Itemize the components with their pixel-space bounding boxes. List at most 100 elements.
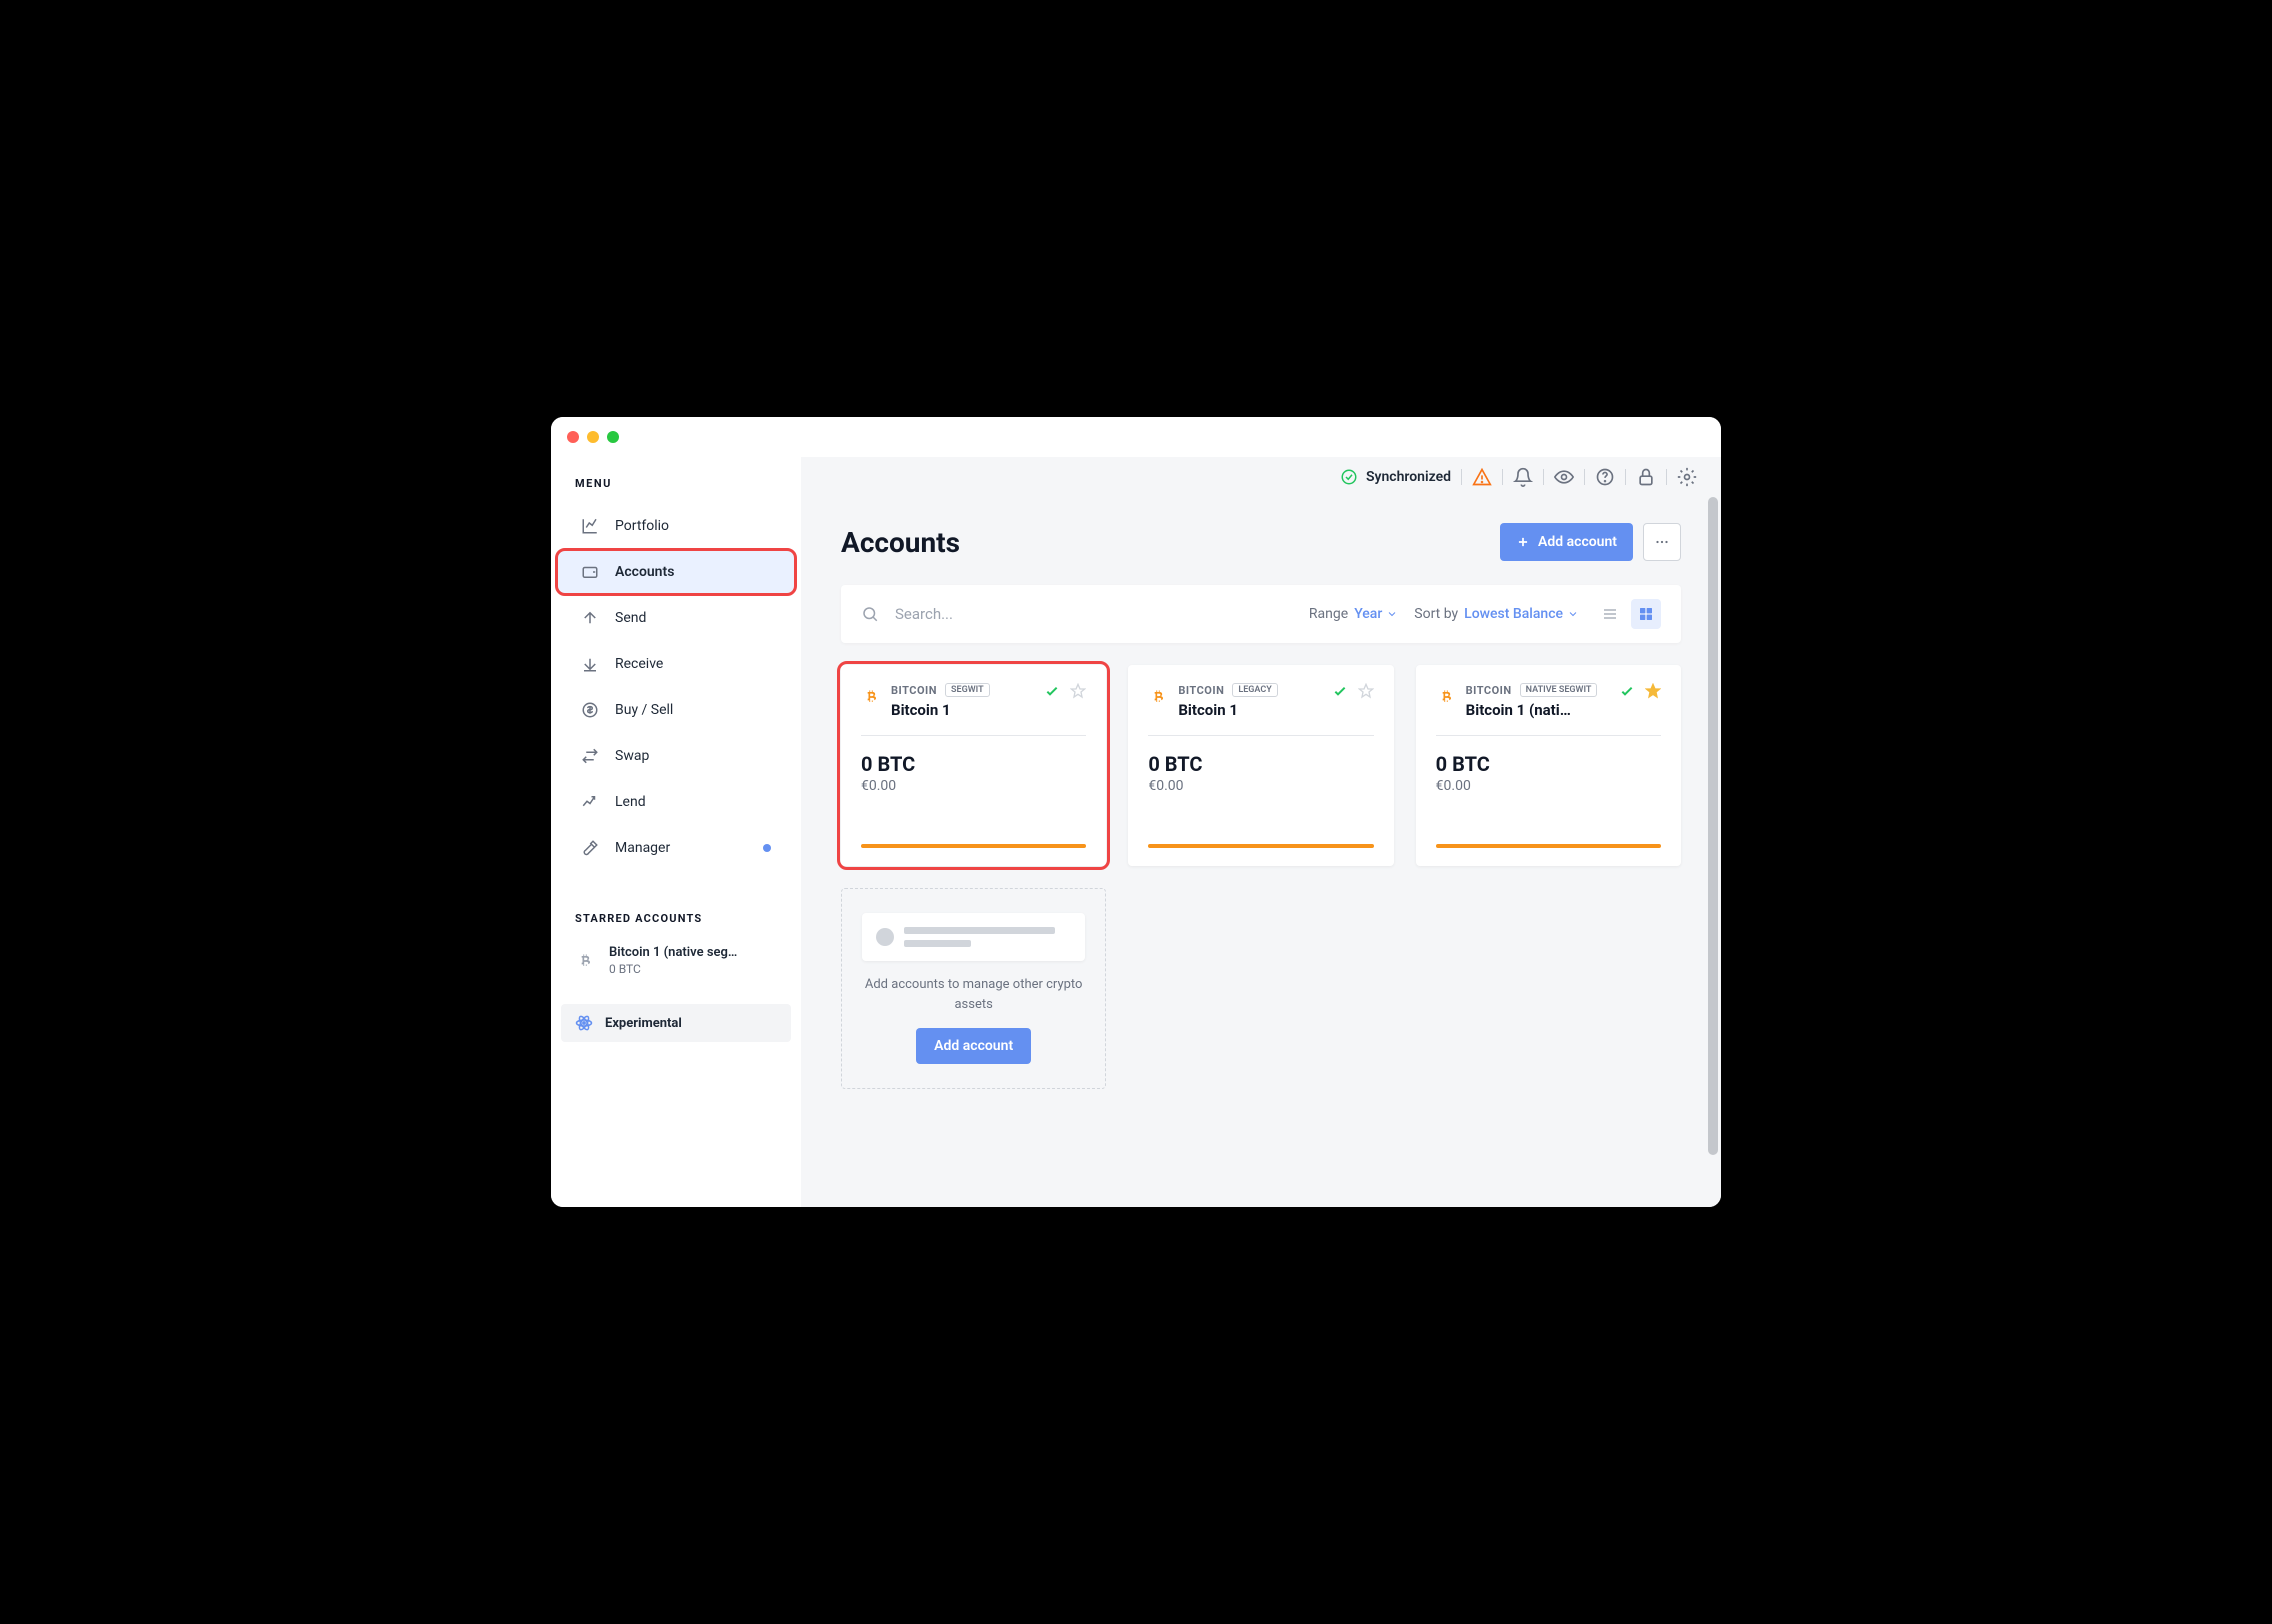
more-options-button[interactable] bbox=[1643, 523, 1681, 561]
swap-icon bbox=[581, 747, 599, 765]
starred-balance: 0 BTC bbox=[609, 962, 737, 976]
close-window-button[interactable] bbox=[567, 431, 579, 443]
bell-icon[interactable] bbox=[1513, 467, 1533, 487]
divider bbox=[1625, 469, 1626, 485]
balance-crypto: 0 BTC bbox=[1148, 752, 1373, 776]
check-icon bbox=[1044, 683, 1060, 699]
sidebar-item-send[interactable]: Send bbox=[557, 596, 795, 640]
add-account-label: Add account bbox=[1538, 534, 1617, 550]
titlebar bbox=[551, 417, 1721, 457]
sidebar-item-manager[interactable]: Manager bbox=[557, 826, 795, 870]
placeholder-illustration bbox=[862, 913, 1085, 961]
chart-icon bbox=[581, 517, 599, 535]
topbar: Synchronized bbox=[801, 457, 1721, 497]
sidebar: MENU PortfolioAccountsSendReceiveBuy / S… bbox=[551, 457, 801, 1207]
search-input[interactable] bbox=[895, 605, 1293, 623]
minimize-window-button[interactable] bbox=[587, 431, 599, 443]
accounts-grid: BITCOINSEGWITBitcoin 10 BTC€0.00BITCOINL… bbox=[841, 665, 1681, 1089]
account-name: Bitcoin 1 (nati… bbox=[1466, 701, 1609, 719]
account-card[interactable]: BITCOINSEGWITBitcoin 10 BTC€0.00 bbox=[841, 665, 1106, 866]
star-icon[interactable] bbox=[1070, 683, 1086, 699]
app-window: MENU PortfolioAccountsSendReceiveBuy / S… bbox=[551, 417, 1721, 1207]
help-icon[interactable] bbox=[1595, 467, 1615, 487]
traffic-lights bbox=[567, 431, 619, 443]
sidebar-item-label: Manager bbox=[615, 840, 670, 856]
account-card[interactable]: BITCOINNATIVE SEGWITBitcoin 1 (nati…0 BT… bbox=[1416, 665, 1681, 866]
tools-icon bbox=[581, 839, 599, 857]
chevron-down-icon bbox=[1567, 608, 1579, 620]
bitcoin-icon bbox=[575, 951, 595, 971]
sparkline-chart bbox=[1436, 844, 1661, 848]
range-value: Year bbox=[1354, 606, 1382, 622]
grid-view-button[interactable] bbox=[1631, 599, 1661, 629]
divider bbox=[1584, 469, 1585, 485]
sidebar-item-label: Portfolio bbox=[615, 518, 669, 534]
warning-icon[interactable] bbox=[1472, 467, 1492, 487]
list-view-button[interactable] bbox=[1595, 599, 1625, 629]
sidebar-item-buy-sell[interactable]: Buy / Sell bbox=[557, 688, 795, 732]
sidebar-item-swap[interactable]: Swap bbox=[557, 734, 795, 778]
sidebar-item-label: Buy / Sell bbox=[615, 702, 673, 718]
sparkline-chart bbox=[861, 844, 1086, 848]
sidebar-item-label: Lend bbox=[615, 794, 646, 810]
sync-status: Synchronized bbox=[1340, 468, 1451, 486]
sort-filter[interactable]: Sort by Lowest Balance bbox=[1414, 606, 1579, 622]
account-name: Bitcoin 1 bbox=[891, 701, 1034, 719]
coin-label: BITCOIN bbox=[891, 684, 937, 697]
sidebar-item-label: Receive bbox=[615, 656, 663, 672]
check-circle-icon bbox=[1340, 468, 1358, 486]
main-content: Synchronized bbox=[801, 457, 1721, 1207]
sidebar-item-accounts[interactable]: Accounts bbox=[557, 550, 795, 594]
card-header: BITCOIN NATIVE SEGWIT Bitcoin 1 (nati… bbox=[1436, 683, 1661, 736]
eye-icon[interactable] bbox=[1554, 467, 1574, 487]
range-filter[interactable]: Range Year bbox=[1309, 606, 1398, 622]
chevron-down-icon bbox=[1386, 608, 1398, 620]
coin-label: BITCOIN bbox=[1466, 684, 1512, 697]
gear-icon[interactable] bbox=[1677, 467, 1697, 487]
account-card[interactable]: BITCOINLEGACYBitcoin 1 0 BTC €0.00 bbox=[1128, 665, 1393, 866]
arrow-up-icon bbox=[581, 609, 599, 627]
lock-icon[interactable] bbox=[1636, 467, 1656, 487]
check-icon bbox=[1332, 683, 1348, 699]
app-body: MENU PortfolioAccountsSendReceiveBuy / S… bbox=[551, 457, 1721, 1207]
account-type-badge: LEGACY bbox=[1232, 683, 1277, 697]
header-actions: Add account bbox=[1500, 523, 1681, 561]
account-type-badge: NATIVE SEGWIT bbox=[1520, 683, 1598, 697]
sidebar-item-label: Accounts bbox=[615, 564, 674, 580]
starred-name: Bitcoin 1 (native seg… bbox=[609, 945, 737, 960]
page-header: Accounts Add account bbox=[841, 523, 1681, 561]
add-card-text: Add accounts to manage other crypto asse… bbox=[862, 975, 1085, 1014]
add-account-card-button[interactable]: Add account bbox=[916, 1028, 1031, 1064]
add-account-button[interactable]: Add account bbox=[1500, 523, 1633, 561]
check-icon bbox=[1619, 683, 1635, 699]
star-icon[interactable] bbox=[1358, 683, 1374, 699]
sidebar-item-receive[interactable]: Receive bbox=[557, 642, 795, 686]
sync-label: Synchronized bbox=[1366, 469, 1451, 485]
experimental-label: Experimental bbox=[605, 1016, 682, 1031]
divider bbox=[1543, 469, 1544, 485]
experimental-button[interactable]: Experimental bbox=[561, 1004, 791, 1042]
scrollbar[interactable] bbox=[1708, 497, 1718, 1204]
growth-icon bbox=[581, 793, 599, 811]
filter-bar: Range Year Sort by Lowest Balance bbox=[841, 585, 1681, 643]
atom-icon bbox=[575, 1014, 593, 1032]
scrollbar-thumb[interactable] bbox=[1708, 497, 1718, 1155]
balance-fiat: €0.00 bbox=[1148, 778, 1373, 794]
maximize-window-button[interactable] bbox=[607, 431, 619, 443]
range-label: Range bbox=[1309, 606, 1348, 622]
star-icon[interactable] bbox=[1645, 683, 1661, 699]
balance-fiat: €0.00 bbox=[1436, 778, 1661, 794]
bitcoin-icon bbox=[861, 687, 881, 707]
card-header: BITCOINSEGWITBitcoin 1 bbox=[861, 683, 1086, 736]
bitcoin-icon bbox=[1436, 687, 1456, 707]
starred-accounts-header: STARRED ACCOUNTS bbox=[551, 872, 801, 937]
notification-dot bbox=[763, 844, 771, 852]
dollar-icon bbox=[581, 701, 599, 719]
sort-value: Lowest Balance bbox=[1464, 606, 1563, 622]
content-area: Accounts Add account bbox=[801, 497, 1721, 1207]
starred-account-item[interactable]: Bitcoin 1 (native seg… 0 BTC bbox=[551, 937, 801, 984]
sidebar-item-lend[interactable]: Lend bbox=[557, 780, 795, 824]
arrow-down-icon bbox=[581, 655, 599, 673]
card-header: BITCOINLEGACYBitcoin 1 bbox=[1148, 683, 1373, 736]
sidebar-item-portfolio[interactable]: Portfolio bbox=[557, 504, 795, 548]
